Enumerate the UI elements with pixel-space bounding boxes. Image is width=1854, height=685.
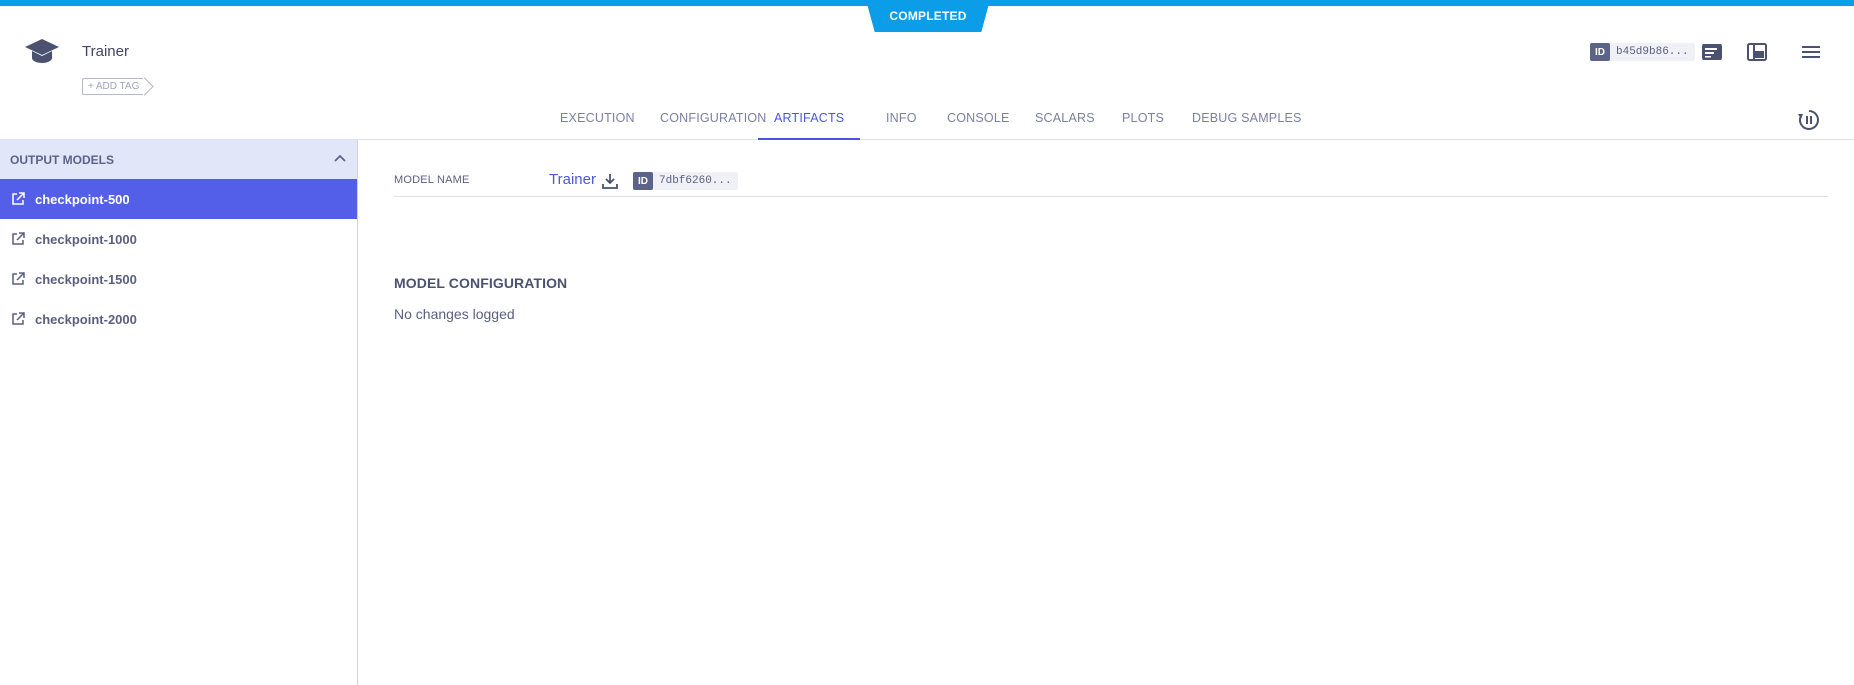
download-icon[interactable] <box>600 171 620 191</box>
plus-icon: + <box>88 81 94 92</box>
task-id-value: b45d9b86... <box>1616 46 1689 58</box>
tab-bar: EXECUTION CONFIGURATION ARTIFACTS INFO C… <box>0 104 1854 140</box>
model-id-value: 7dbf6260... <box>659 175 732 187</box>
status-badge: COMPLETED <box>866 0 990 32</box>
output-models-header[interactable]: OUTPUT MODELS <box>0 140 357 179</box>
id-badge: ID <box>1590 43 1610 61</box>
tab-execution[interactable]: EXECUTION <box>560 111 635 140</box>
auto-refresh-pause-icon[interactable] <box>1797 108 1821 132</box>
task-id-chip[interactable]: ID b45d9b86... <box>1590 43 1695 61</box>
tab-scalars[interactable]: SCALARS <box>1035 111 1095 140</box>
external-link-icon <box>12 192 25 205</box>
tab-debug-samples[interactable]: DEBUG SAMPLES <box>1192 111 1302 140</box>
id-badge: ID <box>633 172 653 190</box>
model-item-label: checkpoint-1500 <box>35 271 137 287</box>
model-item-label: checkpoint-1000 <box>35 231 137 247</box>
layout-toggle-icon[interactable] <box>1745 42 1769 62</box>
model-item-label: checkpoint-2000 <box>35 311 137 327</box>
tab-plots[interactable]: PLOTS <box>1122 111 1164 140</box>
task-title: Trainer <box>82 43 129 60</box>
divider <box>394 196 1828 197</box>
model-name-link[interactable]: Trainer <box>549 171 596 188</box>
add-tag-label: ADD TAG <box>95 81 140 92</box>
model-item-label: checkpoint-500 <box>35 191 130 207</box>
tab-artifacts[interactable]: ARTIFACTS <box>758 111 861 140</box>
graduation-cap-icon <box>25 39 59 63</box>
model-item[interactable]: checkpoint-1500 <box>0 259 357 299</box>
external-link-icon <box>12 312 25 325</box>
model-name-label: MODEL NAME <box>394 174 470 186</box>
external-link-icon <box>12 272 25 285</box>
details-icon[interactable] <box>1700 42 1724 62</box>
tab-configuration[interactable]: CONFIGURATION <box>660 111 767 140</box>
output-models-panel: OUTPUT MODELS checkpoint-500 checkpoint-… <box>0 140 358 685</box>
tab-info[interactable]: INFO <box>886 111 917 140</box>
add-tag-button[interactable]: + ADD TAG <box>82 78 144 95</box>
model-item[interactable]: checkpoint-500 <box>0 179 357 219</box>
chevron-up-icon[interactable] <box>333 152 347 166</box>
tab-console[interactable]: CONSOLE <box>947 111 1010 140</box>
model-id-chip[interactable]: ID 7dbf6260... <box>633 172 738 190</box>
model-configuration-body: No changes logged <box>394 306 515 322</box>
section-title: OUTPUT MODELS <box>10 152 114 167</box>
model-item[interactable]: checkpoint-1000 <box>0 219 357 259</box>
model-item[interactable]: checkpoint-2000 <box>0 299 357 339</box>
menu-icon[interactable] <box>1800 42 1824 62</box>
model-configuration-title: MODEL CONFIGURATION <box>394 275 568 291</box>
external-link-icon <box>12 232 25 245</box>
